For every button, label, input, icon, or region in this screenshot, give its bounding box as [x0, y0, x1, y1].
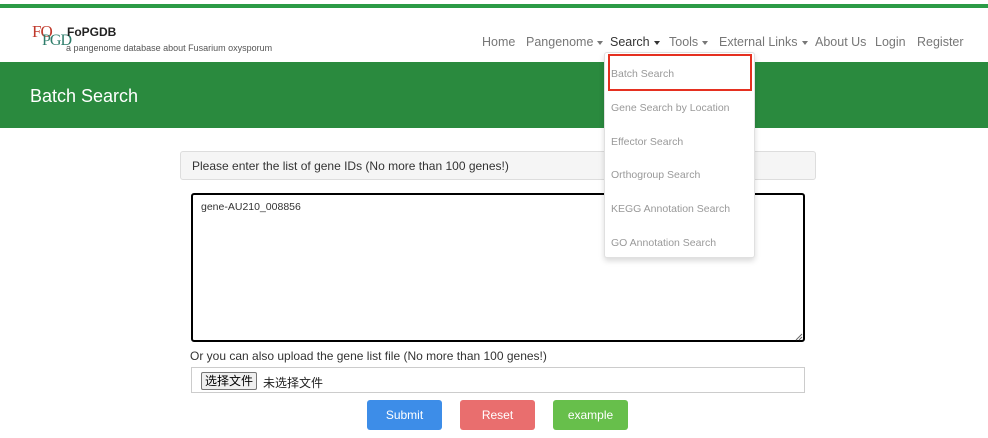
page-banner: Batch Search [0, 62, 988, 128]
nav-search-label: Search [610, 35, 650, 49]
nav-external-links-label: External Links [719, 35, 798, 49]
brand-name[interactable]: FoPGDB [67, 25, 116, 39]
nav-about-us[interactable]: About Us [815, 35, 866, 49]
navbar: FO PGD FoPGDB a pangenome database about… [0, 8, 988, 62]
menu-item-kegg-annotation-search[interactable]: KEGG Annotation Search [611, 203, 730, 215]
chevron-down-icon [653, 40, 660, 45]
nav-external-links[interactable]: External Links [719, 35, 808, 49]
instruction-text: Please enter the list of gene IDs (No mo… [192, 159, 509, 173]
highlight-box [608, 54, 752, 91]
reset-button[interactable]: Reset [460, 400, 535, 430]
file-status-text: 未选择文件 [263, 376, 324, 390]
nav-pangenome-label: Pangenome [526, 35, 594, 49]
nav-register[interactable]: Register [917, 35, 964, 49]
menu-item-effector-search[interactable]: Effector Search [611, 136, 683, 148]
chevron-down-icon [801, 40, 808, 45]
menu-item-go-annotation-search[interactable]: GO Annotation Search [611, 237, 716, 249]
nav-login[interactable]: Login [875, 35, 906, 49]
submit-button[interactable]: Submit [367, 400, 442, 430]
example-button[interactable]: example [553, 400, 628, 430]
brand-subtitle: a pangenome database about Fusarium oxys… [66, 43, 273, 53]
nav-pangenome[interactable]: Pangenome [526, 35, 604, 49]
nav-home[interactable]: Home [482, 35, 515, 49]
nav-search[interactable]: Search [610, 35, 660, 49]
menu-item-orthogroup-search[interactable]: Orthogroup Search [611, 169, 700, 181]
file-upload-field: 选择文件 未选择文件 [191, 367, 805, 393]
upload-label: Or you can also upload the gene list fil… [190, 349, 547, 363]
resize-grip-icon[interactable] [795, 333, 803, 341]
menu-item-gene-search-by-location[interactable]: Gene Search by Location [611, 102, 730, 114]
chevron-down-icon [597, 40, 604, 45]
nav-tools[interactable]: Tools [669, 35, 709, 49]
chevron-down-icon [702, 40, 709, 45]
page-title: Batch Search [30, 86, 139, 106]
fopgdb-logo[interactable]: FO PGD [32, 22, 72, 52]
nav-tools-label: Tools [669, 35, 699, 49]
choose-file-button[interactable]: 选择文件 [201, 372, 258, 390]
